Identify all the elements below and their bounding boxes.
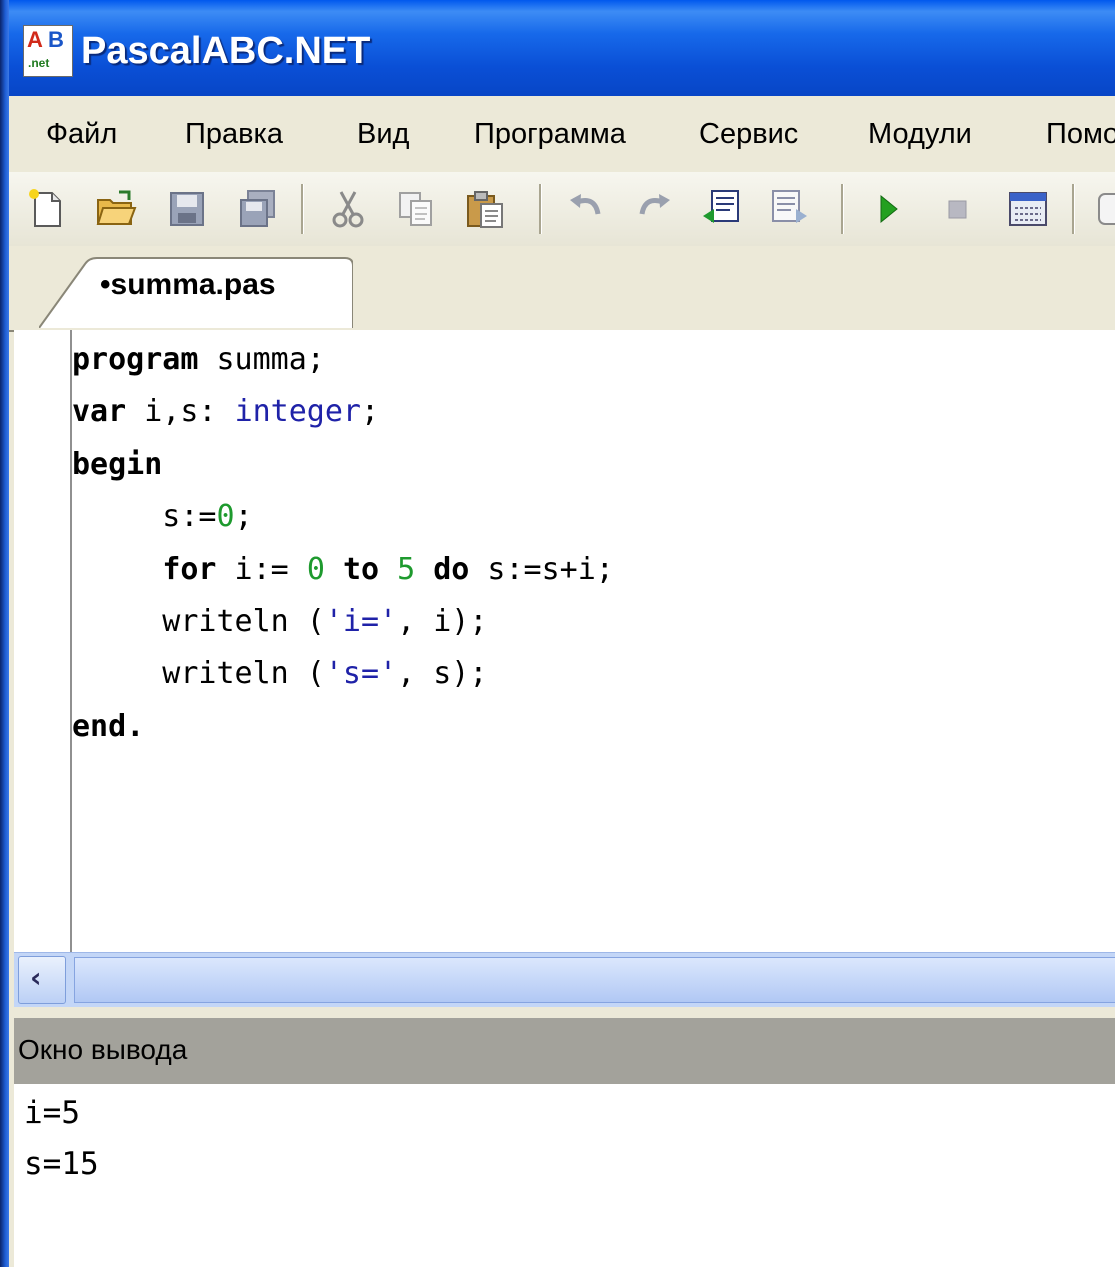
new-file-icon[interactable] xyxy=(26,188,68,230)
code-line-6: writeln ('i=', i); xyxy=(72,604,488,640)
window-frame-left xyxy=(0,0,9,1267)
menu-program[interactable]: Программа xyxy=(474,118,626,151)
menu-bar: Файл Правка Вид Программа Сервис Модули … xyxy=(9,96,1115,172)
app-window: AB .net PascalABC.NET Файл Правка Вид Пр… xyxy=(0,0,1115,1267)
redo-icon[interactable] xyxy=(633,188,675,230)
output-line: s=15 xyxy=(24,1146,99,1182)
save-all-icon[interactable] xyxy=(237,188,279,230)
menu-modules[interactable]: Модули xyxy=(868,118,972,151)
cut-icon[interactable] xyxy=(327,188,369,230)
code-line-8: end. xyxy=(72,708,145,744)
menu-view[interactable]: Вид xyxy=(357,118,409,151)
title-bar[interactable]: AB .net PascalABC.NET xyxy=(9,0,1115,96)
toolbar-separator xyxy=(301,184,304,234)
code-line-7: writeln ('s=', s); xyxy=(72,656,488,692)
code-text[interactable]: program summa; var i,s: integer; begin s:=… xyxy=(72,334,614,753)
toolbar-separator xyxy=(841,184,844,234)
save-icon[interactable] xyxy=(166,188,208,230)
compile-icon[interactable] xyxy=(1007,188,1049,230)
undo-icon[interactable] xyxy=(565,188,607,230)
stop-icon[interactable] xyxy=(937,188,979,230)
output-window[interactable] xyxy=(14,1084,1115,1267)
window-title: PascalABC.NET xyxy=(81,30,371,72)
menu-edit[interactable]: Правка xyxy=(185,118,283,151)
output-title: Окно вывода xyxy=(18,1034,188,1065)
scrollbar-thumb[interactable] xyxy=(74,957,1115,1003)
outdent-icon[interactable] xyxy=(769,188,811,230)
help-icon[interactable] xyxy=(1093,188,1115,230)
code-line-3: begin xyxy=(72,446,163,482)
tab-label: •summa.pas xyxy=(100,268,276,301)
code-line-5: for i:= 0 to 5 do s:=s+i; xyxy=(162,551,614,587)
run-icon[interactable] xyxy=(867,188,909,230)
menu-service[interactable]: Сервис xyxy=(699,118,798,151)
code-line-4: s:=0; xyxy=(72,499,253,535)
open-folder-icon[interactable] xyxy=(95,188,137,230)
toolbar-separator xyxy=(1072,184,1075,234)
paste-icon[interactable] xyxy=(464,188,506,230)
toolbar-separator xyxy=(539,184,542,234)
code-line-1: program summa; xyxy=(72,342,325,377)
toolbar xyxy=(9,172,1115,248)
app-logo-icon: AB .net xyxy=(23,25,73,77)
code-line-2: var i,s: integer; xyxy=(72,394,380,430)
indent-icon[interactable] xyxy=(700,188,742,230)
chevron-left-icon: ‹ xyxy=(30,961,42,994)
output-line: i=5 xyxy=(24,1095,80,1131)
copy-icon[interactable] xyxy=(395,188,437,230)
menu-help[interactable]: Помо xyxy=(1046,118,1115,151)
scroll-left-button[interactable]: ‹ xyxy=(18,956,66,1004)
menu-file[interactable]: Файл xyxy=(46,118,117,151)
